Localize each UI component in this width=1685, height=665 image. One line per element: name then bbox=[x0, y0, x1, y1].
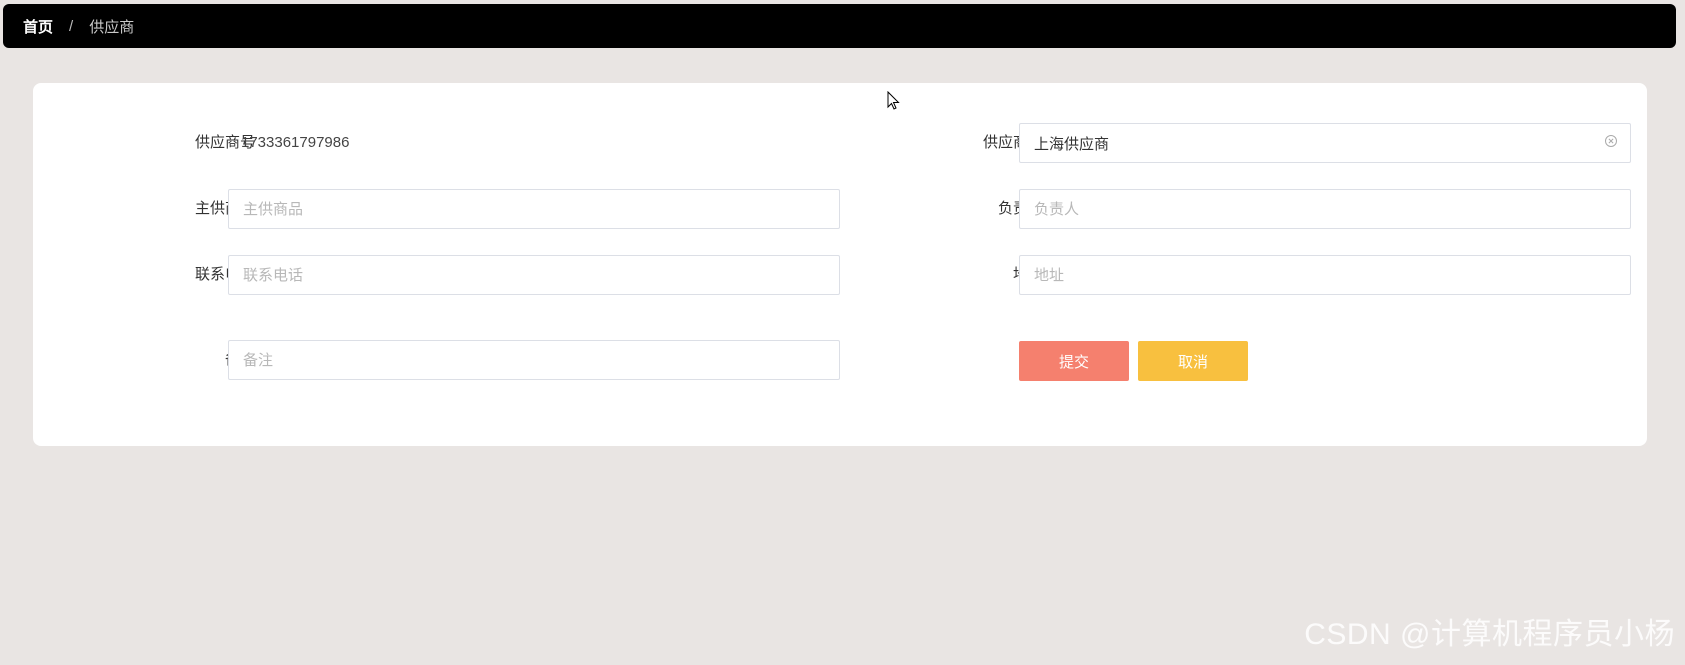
breadcrumb-home-link[interactable]: 首页 bbox=[23, 16, 53, 37]
mouse-cursor-icon bbox=[887, 91, 900, 110]
main-product-input[interactable] bbox=[228, 189, 840, 229]
supplier-name-input[interactable] bbox=[1019, 123, 1631, 163]
breadcrumb: 首页 / 供应商 bbox=[3, 4, 1676, 48]
contact-person-input[interactable] bbox=[1019, 189, 1631, 229]
remark-input[interactable] bbox=[228, 340, 840, 380]
cancel-button[interactable]: 取消 bbox=[1138, 341, 1248, 381]
phone-input[interactable] bbox=[228, 255, 840, 295]
supplier-no-label: 供应商号 bbox=[194, 134, 255, 151]
address-input[interactable] bbox=[1019, 255, 1631, 295]
watermark: CSDN @计算机程序员小杨 bbox=[1304, 618, 1675, 651]
supplier-form: 供应商号 1733361797986 供应商名 主供商品 负责人 联系电话 地址… bbox=[33, 83, 1647, 446]
clear-icon[interactable] bbox=[1605, 135, 1617, 147]
submit-button[interactable]: 提交 bbox=[1019, 341, 1129, 381]
breadcrumb-current: 供应商 bbox=[89, 18, 135, 36]
breadcrumb-separator: / bbox=[69, 17, 74, 35]
supplier-no-value: 1733361797986 bbox=[241, 134, 350, 151]
